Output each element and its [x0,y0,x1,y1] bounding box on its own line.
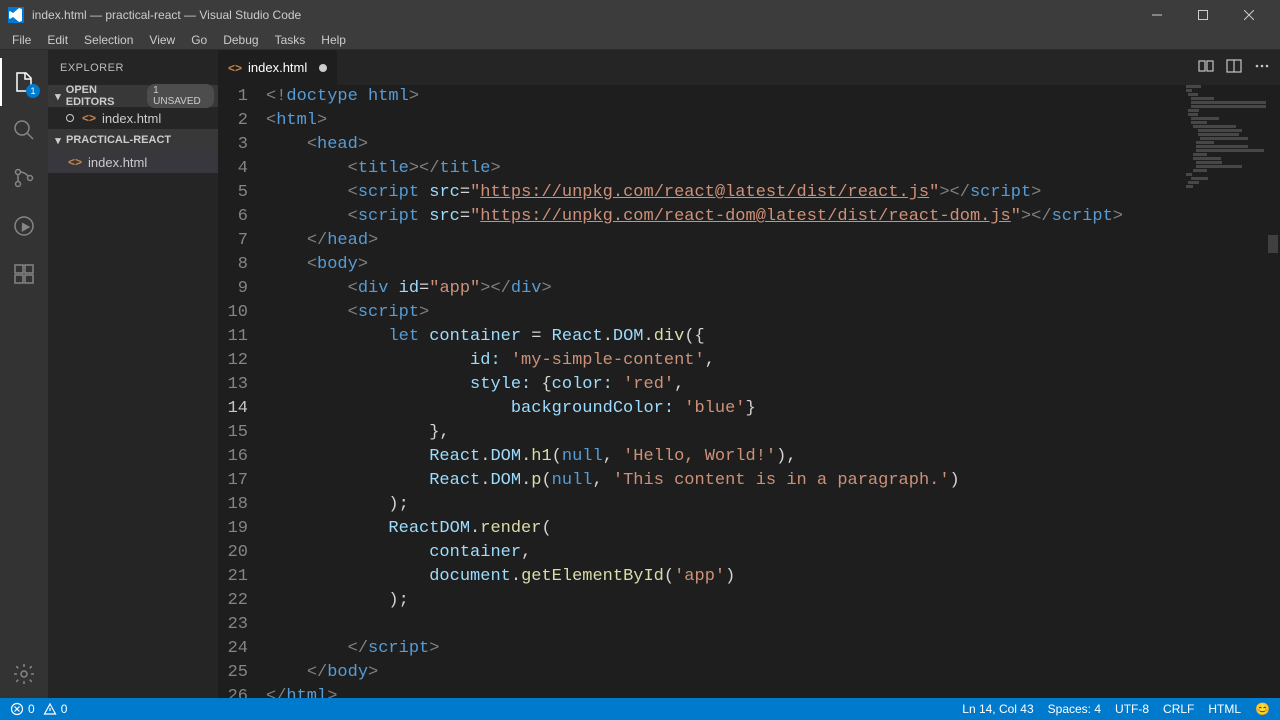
menu-file[interactable]: File [4,31,39,49]
status-language[interactable]: HTML [1208,702,1241,716]
folder-label: PRACTICAL-REACT [66,134,171,146]
menu-edit[interactable]: Edit [39,31,76,49]
status-encoding[interactable]: UTF-8 [1115,702,1149,716]
close-button[interactable] [1226,0,1272,30]
file-tree-filename: index.html [88,155,147,170]
activity-source-control[interactable] [0,154,48,202]
open-editors-header[interactable]: ▾ OPEN EDITORS 1 UNSAVED [48,85,218,107]
status-warnings[interactable]: 0 [43,702,68,716]
open-editors-label: OPEN EDITORS [66,84,147,108]
editor-area: <> index.html 12345678910111213141516171… [218,50,1280,698]
editor-tabs: <> index.html [218,50,1280,85]
menu-debug[interactable]: Debug [215,31,266,49]
html-file-icon: <> [68,155,82,169]
status-eol[interactable]: CRLF [1163,702,1194,716]
activity-debug[interactable] [0,202,48,250]
menu-tasks[interactable]: Tasks [267,31,314,49]
menu-view[interactable]: View [141,31,183,49]
sidebar-title: EXPLORER [48,50,218,85]
code-content[interactable]: <!doctype html><html> <head> <title></ti… [266,85,1280,698]
status-feedback-icon[interactable]: 😊 [1255,702,1270,716]
file-tree-item[interactable]: <> index.html [48,151,218,173]
overview-ruler[interactable] [1266,85,1280,698]
dirty-indicator-icon [66,114,74,122]
status-cursor-position[interactable]: Ln 14, Col 43 [962,702,1033,716]
activity-bar: 1 [0,50,48,698]
activity-extensions[interactable] [0,250,48,298]
chevron-down-icon: ▾ [52,90,64,103]
status-errors[interactable]: 0 [10,702,35,716]
explorer-sidebar: EXPLORER ▾ OPEN EDITORS 1 UNSAVED <> ind… [48,50,218,698]
line-number-gutter: 1234567891011121314151617181920212223242… [218,85,266,698]
menu-help[interactable]: Help [313,31,354,49]
menu-go[interactable]: Go [183,31,215,49]
window-title: index.html — practical-react — Visual St… [32,8,1134,22]
minimize-button[interactable] [1134,0,1180,30]
dirty-indicator-icon [319,64,327,72]
html-file-icon: <> [228,61,242,75]
maximize-button[interactable] [1180,0,1226,30]
activity-search[interactable] [0,106,48,154]
chevron-down-icon: ▾ [52,134,64,147]
status-bar: 0 0 Ln 14, Col 43 Spaces: 4 UTF-8 CRLF H… [0,698,1280,720]
menu-bar: File Edit Selection View Go Debug Tasks … [0,30,1280,50]
vscode-icon [8,7,24,23]
activity-explorer[interactable]: 1 [0,58,48,106]
html-file-icon: <> [82,111,96,125]
title-bar: index.html — practical-react — Visual St… [0,0,1280,30]
unsaved-badge: 1 UNSAVED [147,84,214,108]
more-actions-icon[interactable] [1254,58,1270,77]
activity-settings[interactable] [0,650,48,698]
minimap[interactable] [1186,85,1266,698]
open-editor-filename: index.html [102,111,161,126]
tab-label: index.html [248,60,307,75]
editor-tab[interactable]: <> index.html [218,50,338,85]
folder-header[interactable]: ▾ PRACTICAL-REACT [48,129,218,151]
code-editor[interactable]: 1234567891011121314151617181920212223242… [218,85,1280,698]
open-editor-item[interactable]: <> index.html [48,107,218,129]
explorer-badge: 1 [26,84,40,98]
split-editor-icon[interactable] [1226,58,1242,77]
menu-selection[interactable]: Selection [76,31,141,49]
status-indentation[interactable]: Spaces: 4 [1048,702,1101,716]
compare-changes-icon[interactable] [1198,58,1214,77]
